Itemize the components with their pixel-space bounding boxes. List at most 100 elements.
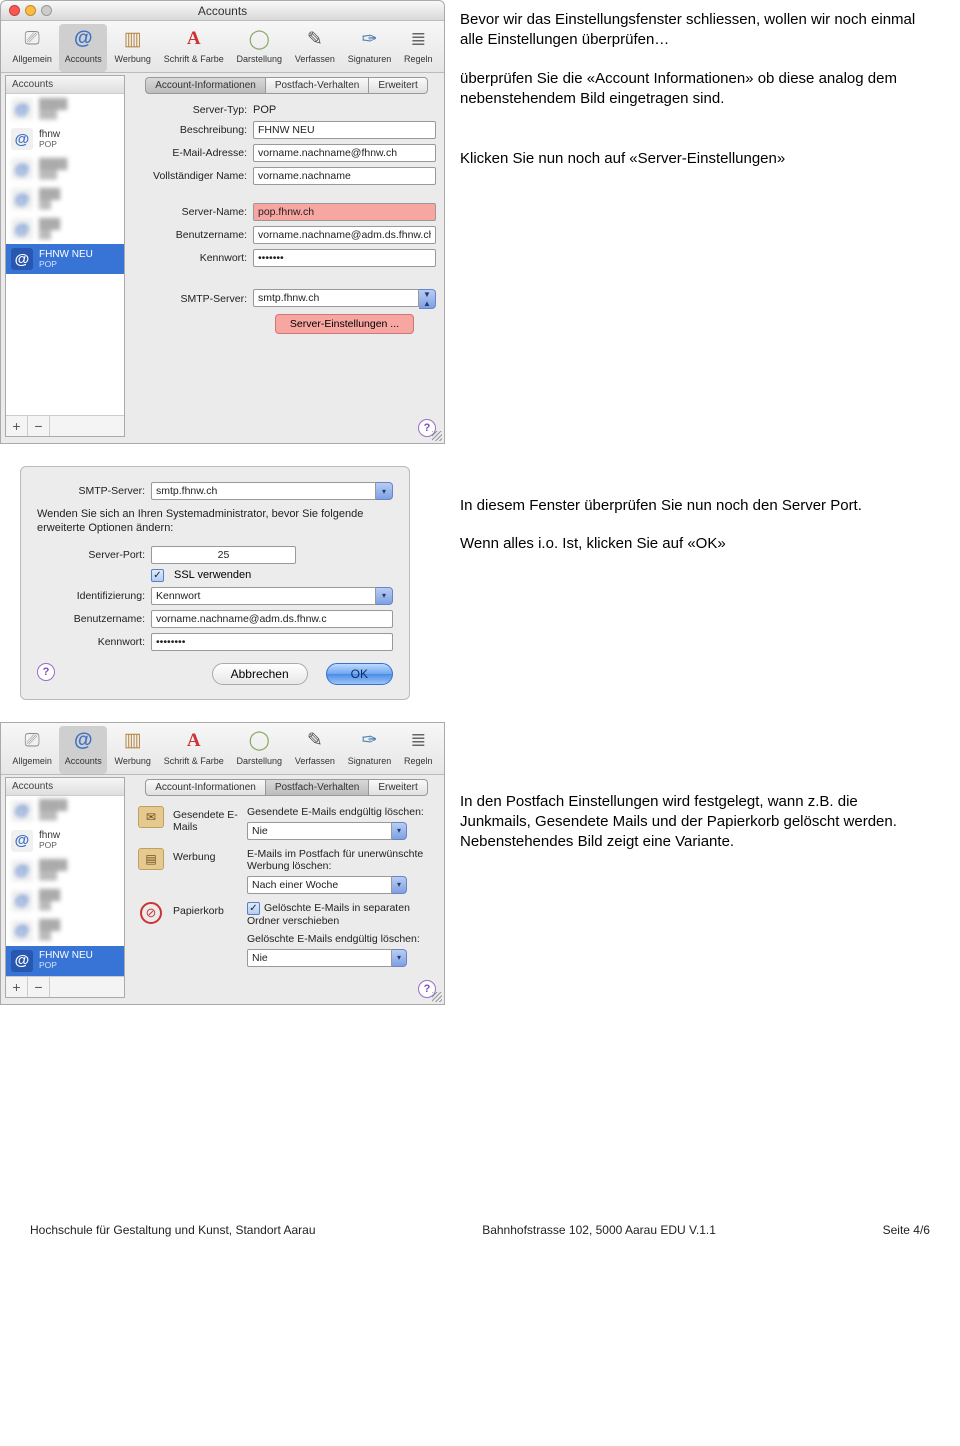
password-field[interactable] <box>151 633 393 651</box>
sent-label: Gesendete E-Mails <box>173 806 239 833</box>
add-account-button[interactable]: + <box>6 977 28 997</box>
toolbar-junk[interactable]: ▥Werbung <box>109 726 156 774</box>
trash-icon: ⊘ <box>140 902 162 924</box>
tab-advanced[interactable]: Erweitert <box>369 77 427 94</box>
toolbar-signatures[interactable]: ✑Signaturen <box>342 24 396 72</box>
username-field[interactable] <box>151 610 393 628</box>
tab-account-info[interactable]: Account-Informationen <box>145 779 266 796</box>
smtp-field[interactable] <box>151 482 376 500</box>
prefs-toolbar: ⎚Allgemein @Accounts ▥Werbung ASchrift &… <box>1 21 444 73</box>
resize-handle-icon[interactable] <box>432 992 442 1002</box>
chevron-down-icon[interactable]: ▾ <box>376 482 393 500</box>
password-field[interactable] <box>253 249 436 267</box>
smtp-combo[interactable]: ▼▲ <box>253 289 436 309</box>
toolbar-rules[interactable]: ≣Regeln <box>399 726 438 774</box>
sidebar-account[interactable]: @█████ <box>6 214 124 244</box>
sidebar-header: Accounts <box>6 778 124 796</box>
serverport-field[interactable] <box>151 546 296 564</box>
sidebar-account-selected[interactable]: @FHNW NEUPOP <box>6 946 124 976</box>
toolbar-accounts[interactable]: @Accounts <box>59 24 107 72</box>
sidebar-account[interactable]: @███████ <box>6 796 124 826</box>
chevron-down-icon[interactable]: ▾ <box>392 876 407 894</box>
tab-account-info[interactable]: Account-Informationen <box>145 77 266 94</box>
trash-delete-combo[interactable]: ▾ <box>247 949 407 967</box>
sidebar-account[interactable]: @█████ <box>6 916 124 946</box>
trash-label: Papierkorb <box>173 902 239 917</box>
window-title: Accounts <box>1 4 444 18</box>
toolbar-fonts[interactable]: ASchrift & Farbe <box>158 726 229 774</box>
page-footer: Hochschule für Gestaltung und Kunst, Sta… <box>0 1013 960 1251</box>
toolbar-junk[interactable]: ▥Werbung <box>109 24 156 72</box>
chevron-down-icon[interactable]: ▼▲ <box>419 289 436 309</box>
remove-account-button[interactable]: − <box>28 977 50 997</box>
chevron-down-icon[interactable]: ▾ <box>392 949 407 967</box>
tab-mailbox-behaviors[interactable]: Postfach-Verhalten <box>266 779 370 796</box>
detail-tabs: Account-Informationen Postfach-Verhalten… <box>137 779 436 796</box>
junk-delete-label: E-Mails im Postfach für unerwünschte Wer… <box>247 848 436 872</box>
username-field[interactable] <box>253 226 436 244</box>
help-icon[interactable]: ? <box>37 663 55 681</box>
password-label: Kennwort: <box>137 252 247 264</box>
sidebar-account[interactable]: @███████ <box>6 856 124 886</box>
junk-label: Werbung <box>173 848 239 863</box>
ssl-checkbox[interactable]: ✓ <box>151 569 164 582</box>
server-settings-button[interactable]: Server-Einstellungen ... <box>275 314 414 334</box>
accounts-window-mailbox: ⎚Allgemein @Accounts ▥Werbung ASchrift &… <box>0 722 445 1005</box>
server-type-label: Server-Typ: <box>137 104 247 116</box>
sidebar-account-fhnw[interactable]: @fhnwPOP <box>6 826 124 856</box>
toolbar-general[interactable]: ⎚Allgemein <box>7 726 57 774</box>
sent-delete-label: Gesendete E-Mails endgültig löschen: <box>247 806 436 818</box>
sidebar-account[interactable]: @███████ <box>6 94 124 124</box>
toolbar-composing[interactable]: ✎Verfassen <box>289 726 340 774</box>
ssl-label: SSL verwenden <box>174 569 251 581</box>
username-label: Benutzername: <box>37 613 145 625</box>
resize-handle-icon[interactable] <box>432 431 442 441</box>
tab-advanced[interactable]: Erweitert <box>369 779 427 796</box>
chevron-down-icon[interactable]: ▾ <box>392 822 407 840</box>
add-account-button[interactable]: + <box>6 416 28 436</box>
auth-combo[interactable]: ▾ <box>151 587 393 605</box>
sidebar-account[interactable]: @█████ <box>6 184 124 214</box>
trash-delete-field[interactable] <box>247 949 392 967</box>
server-settings-sheet: SMTP-Server: ▾ Wenden Sie sich an Ihren … <box>20 466 410 700</box>
fullname-label: Vollständiger Name: <box>137 170 247 182</box>
sent-delete-field[interactable] <box>247 822 392 840</box>
server-type-value: POP <box>253 104 276 116</box>
mailbox-behaviors-pane: Account-Informationen Postfach-Verhalten… <box>129 775 444 1004</box>
sidebar-account-selected[interactable]: @FHNW NEUPOP <box>6 244 124 274</box>
footer-left: Hochschule für Gestaltung und Kunst, Sta… <box>30 1223 316 1237</box>
fullname-field[interactable] <box>253 167 436 185</box>
remove-account-button[interactable]: − <box>28 416 50 436</box>
account-detail-pane: Account-Informationen Postfach-Verhalten… <box>129 73 444 443</box>
email-field[interactable] <box>253 144 436 162</box>
description-field[interactable] <box>253 121 436 139</box>
servername-field[interactable] <box>253 203 436 221</box>
cancel-button[interactable]: Abbrechen <box>212 663 308 685</box>
smtp-combo[interactable]: ▾ <box>151 482 393 500</box>
trash-folder-checkbox[interactable]: ✓ <box>247 902 260 915</box>
sidebar-account[interactable]: @███████ <box>6 154 124 184</box>
junk-mailbox-icon: ▤ <box>138 848 164 870</box>
ok-button[interactable]: OK <box>326 663 393 685</box>
junk-delete-field[interactable] <box>247 876 392 894</box>
admin-note: Wenden Sie sich an Ihren Systemadministr… <box>37 508 393 536</box>
toolbar-signatures[interactable]: ✑Signaturen <box>342 726 396 774</box>
sidebar-account-fhnw[interactable]: @fhnwPOP <box>6 124 124 154</box>
instruction-text: In diesem Fenster überprüfen Sie nun noc… <box>445 452 960 573</box>
chevron-down-icon[interactable]: ▾ <box>376 587 393 605</box>
trash-folder-label: Gelöschte E-Mails in separaten Ordner ve… <box>247 902 410 927</box>
smtp-field[interactable] <box>253 289 419 307</box>
sent-delete-combo[interactable]: ▾ <box>247 822 407 840</box>
junk-delete-combo[interactable]: ▾ <box>247 876 407 894</box>
sidebar-account[interactable]: @█████ <box>6 886 124 916</box>
toolbar-viewing[interactable]: ◯Darstellung <box>231 726 287 774</box>
toolbar-fonts[interactable]: ASchrift & Farbe <box>158 24 229 72</box>
toolbar-viewing[interactable]: ◯Darstellung <box>231 24 287 72</box>
toolbar-rules[interactable]: ≣Regeln <box>399 24 438 72</box>
toolbar-accounts[interactable]: @Accounts <box>59 726 107 774</box>
toolbar-general[interactable]: ⎚Allgemein <box>7 24 57 72</box>
smtp-label: SMTP-Server: <box>37 485 145 497</box>
auth-field[interactable] <box>151 587 376 605</box>
tab-mailbox-behaviors[interactable]: Postfach-Verhalten <box>266 77 370 94</box>
toolbar-composing[interactable]: ✎Verfassen <box>289 24 340 72</box>
